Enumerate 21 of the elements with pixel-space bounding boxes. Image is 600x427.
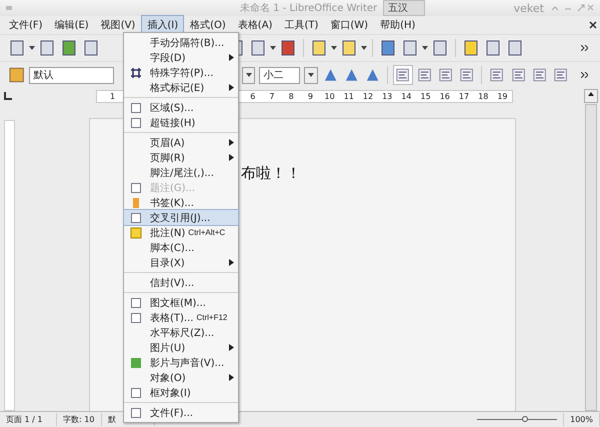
ruler-number: 11 (342, 92, 355, 100)
ruler-number: 14 (400, 92, 412, 100)
ruler-number: 6 (249, 92, 256, 100)
ruler-number: 10 (323, 92, 336, 100)
document-text: 布啦！！ (241, 164, 301, 183)
window-title: 未命名 1 - LibreOffice Writer (240, 2, 378, 15)
ruler-number: 17 (458, 92, 470, 100)
ruler-number: 1 (109, 92, 116, 100)
ruler-number: 16 (438, 92, 451, 100)
page-count: 页面 1 / 1 (0, 413, 57, 426)
ruler-number: 19 (496, 92, 508, 100)
zoom-level: 100% (564, 413, 600, 426)
ruler-number: 8 (288, 92, 295, 100)
user-name: veket (514, 2, 544, 14)
ruler-number: 13 (381, 92, 394, 100)
ruler-number: 18 (477, 92, 490, 100)
ruler-number: 12 (362, 92, 374, 100)
ruler-number: 7 (268, 92, 276, 100)
ruler-number: 9 (306, 92, 314, 100)
word-count: 字数: 10 (57, 413, 102, 426)
ruler-number: 15 (420, 92, 432, 100)
